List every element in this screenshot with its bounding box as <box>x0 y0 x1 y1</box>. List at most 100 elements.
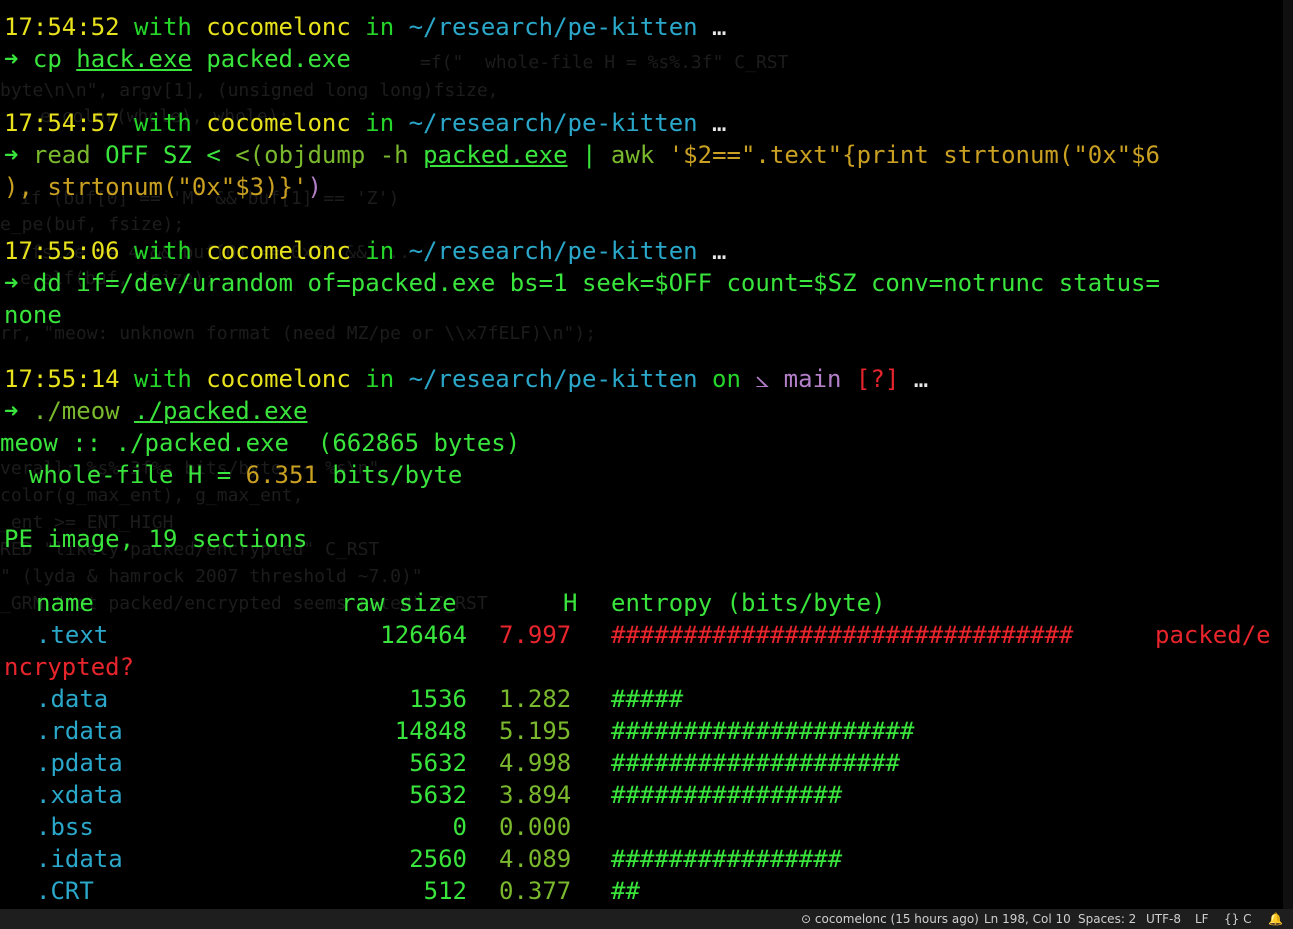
prompt-time: 17:55:06 <box>4 237 120 265</box>
prompt-arrow-icon: ➜ <box>4 269 19 297</box>
language-mode[interactable]: {} C <box>1224 912 1251 926</box>
prompt-with: with <box>134 109 192 137</box>
section-entropy-value: 0.377 <box>499 877 572 905</box>
ghost-line: " (lyda & hamrock 2007 threshold ~7.0)" <box>0 566 423 587</box>
col-size-header: raw size <box>341 589 457 617</box>
command-line[interactable]: ➜ read OFF SZ < <(objdump -h packed.exe … <box>4 139 1160 171</box>
section-entropy-bar: #################### <box>611 749 900 777</box>
cursor-position[interactable]: Ln 198, Col 10 <box>984 912 1071 926</box>
col-entropy-header: entropy (bits/byte) <box>611 589 886 617</box>
terminal-window[interactable]: =f(" whole-file H = %s%.3f" C_RST byte\n… <box>0 0 1283 909</box>
prompt-with: with <box>134 237 192 265</box>
git-branch-icon: ⦣ <box>755 365 770 393</box>
section-name: .CRT <box>36 877 94 905</box>
section-raw-size: 126464 <box>380 621 467 649</box>
cmd-name: cp <box>32 45 62 73</box>
git-branch-name: main <box>783 365 842 393</box>
cmd-arg-file[interactable]: ./packed.exe <box>134 397 307 425</box>
indentation-setting[interactable]: Spaces: 2 <box>1078 912 1136 926</box>
section-raw-size: 1536 <box>409 685 467 713</box>
command-line[interactable]: ➜ cp hack.exe packed.exe <box>4 43 351 75</box>
table-row: .text 126464 7.997 ########################… <box>0 619 1283 651</box>
cmd-arg-file[interactable]: packed.exe <box>423 141 568 169</box>
prompt-user: cocomelonc <box>206 237 351 265</box>
prompt-with: with <box>134 365 192 393</box>
prompt-in: in <box>365 237 395 265</box>
prompt-path: ~/research/pe-kitten <box>408 365 698 393</box>
git-commit-icon: ⊙ <box>801 912 812 926</box>
scrollbar[interactable] <box>1283 0 1293 909</box>
packed-warning-wrap: ncrypted? <box>4 653 135 681</box>
eol-setting[interactable]: LF <box>1195 912 1209 926</box>
section-raw-size: 2560 <box>409 845 467 873</box>
prompt-user: cocomelonc <box>206 365 351 393</box>
cmd-arg: OFF SZ <box>105 141 192 169</box>
whole-file-label: whole-file H = <box>0 461 246 489</box>
cmd-text: none <box>4 301 62 329</box>
command-line[interactable]: ➜ dd if=/dev/urandom of=packed.exe bs=1 … <box>4 267 1160 299</box>
notification-bell-icon[interactable]: 🔔 <box>1268 912 1283 926</box>
table-row: .pdata 5632 4.998 #################### <box>0 747 1283 779</box>
git-status: [?] <box>855 365 900 393</box>
section-name: .xdata <box>36 781 123 809</box>
section-name: .pdata <box>36 749 123 777</box>
output-header: meow :: ./packed.exe (662865 bytes) <box>0 429 521 457</box>
section-entropy-value: 1.282 <box>499 685 572 713</box>
section-entropy-bar: ################ <box>611 845 843 873</box>
prompt-time: 17:54:57 <box>4 109 120 137</box>
table-row: .rdata 14848 5.195 ##################### <box>0 715 1283 747</box>
prompt-ellipsis: … <box>913 365 929 393</box>
cmd-redirect: < <box>206 141 221 169</box>
prompt-user: cocomelonc <box>206 109 351 137</box>
table-header: name raw size H entropy (bits/byte) <box>0 587 1283 619</box>
prompt-line: 17:54:52 with cocomelonc in ~/research/p… <box>4 11 727 43</box>
whole-file-value: 6.351 <box>245 461 318 489</box>
table-row: .idata 2560 4.089 ################ <box>0 843 1283 875</box>
table-row: .xdata 5632 3.894 ################ <box>0 779 1283 811</box>
prompt-line: 17:54:57 with cocomelonc in ~/research/p… <box>4 107 727 139</box>
section-entropy-bar: ##### <box>611 685 684 713</box>
prompt-arrow-icon: ➜ <box>4 141 19 169</box>
section-entropy-value: 4.089 <box>499 845 572 873</box>
prompt-user: cocomelonc <box>206 13 351 41</box>
section-entropy-value: 0.000 <box>499 813 572 841</box>
ghost-line: e_pe(buf, fsize); <box>0 214 185 235</box>
section-raw-size: 0 <box>452 813 467 841</box>
cmd-text: dd if=/dev/urandom of=packed.exe bs=1 se… <box>32 269 1160 297</box>
git-blame-item[interactable]: ⊙ cocomelonc (15 hours ago) <box>801 912 979 926</box>
table-row: .CRT 512 0.377 ## <box>0 875 1283 907</box>
section-entropy-value: 4.998 <box>499 749 572 777</box>
prompt-in: in <box>365 13 395 41</box>
cmd-name: read <box>32 141 91 169</box>
packed-warning: packed/e <box>1155 621 1271 649</box>
prompt-ellipsis: … <box>712 13 727 41</box>
prompt-line: 17:55:06 with cocomelonc in ~/research/p… <box>4 235 727 267</box>
cmd-arg-file[interactable]: hack.exe <box>76 45 192 73</box>
section-name: .data <box>36 685 109 713</box>
prompt-ellipsis: … <box>712 237 727 265</box>
section-name: .bss <box>36 813 94 841</box>
cmd-pipe: | <box>582 141 597 169</box>
cmd-arg: packed.exe <box>206 45 351 73</box>
prompt-path: ~/research/pe-kitten <box>408 237 698 265</box>
ghost-line: rr, "meow: unknown format (need MZ/pe or… <box>0 323 597 344</box>
prompt-arrow-icon: ➜ <box>4 45 19 73</box>
prompt-on: on <box>712 365 741 393</box>
cmd-subshell: <(objdump -h <box>235 141 409 169</box>
prompt-time: 17:55:14 <box>4 365 120 393</box>
encoding-setting[interactable]: UTF-8 <box>1146 912 1181 926</box>
section-entropy-value: 5.195 <box>499 717 572 745</box>
cmd-paren: ) <box>307 173 322 201</box>
prompt-arrow-icon: ➜ <box>4 397 19 425</box>
status-bar: ⊙ cocomelonc (15 hours ago) Ln 198, Col … <box>0 909 1293 929</box>
command-line[interactable]: ➜ ./meow ./packed.exe <box>4 395 307 427</box>
prompt-line: 17:55:14 with cocomelonc in ~/research/p… <box>4 363 928 395</box>
output-pe-line: PE image, 19 sections <box>4 525 308 553</box>
section-raw-size: 5632 <box>409 749 467 777</box>
cmd-name: ./meow <box>32 397 120 425</box>
prompt-in: in <box>365 365 395 393</box>
prompt-ellipsis: … <box>712 109 727 137</box>
whole-file-unit: bits/byte <box>317 461 463 489</box>
output-whole-file: whole-file H = 6.351 bits/byte <box>0 459 463 491</box>
section-raw-size: 5632 <box>409 781 467 809</box>
